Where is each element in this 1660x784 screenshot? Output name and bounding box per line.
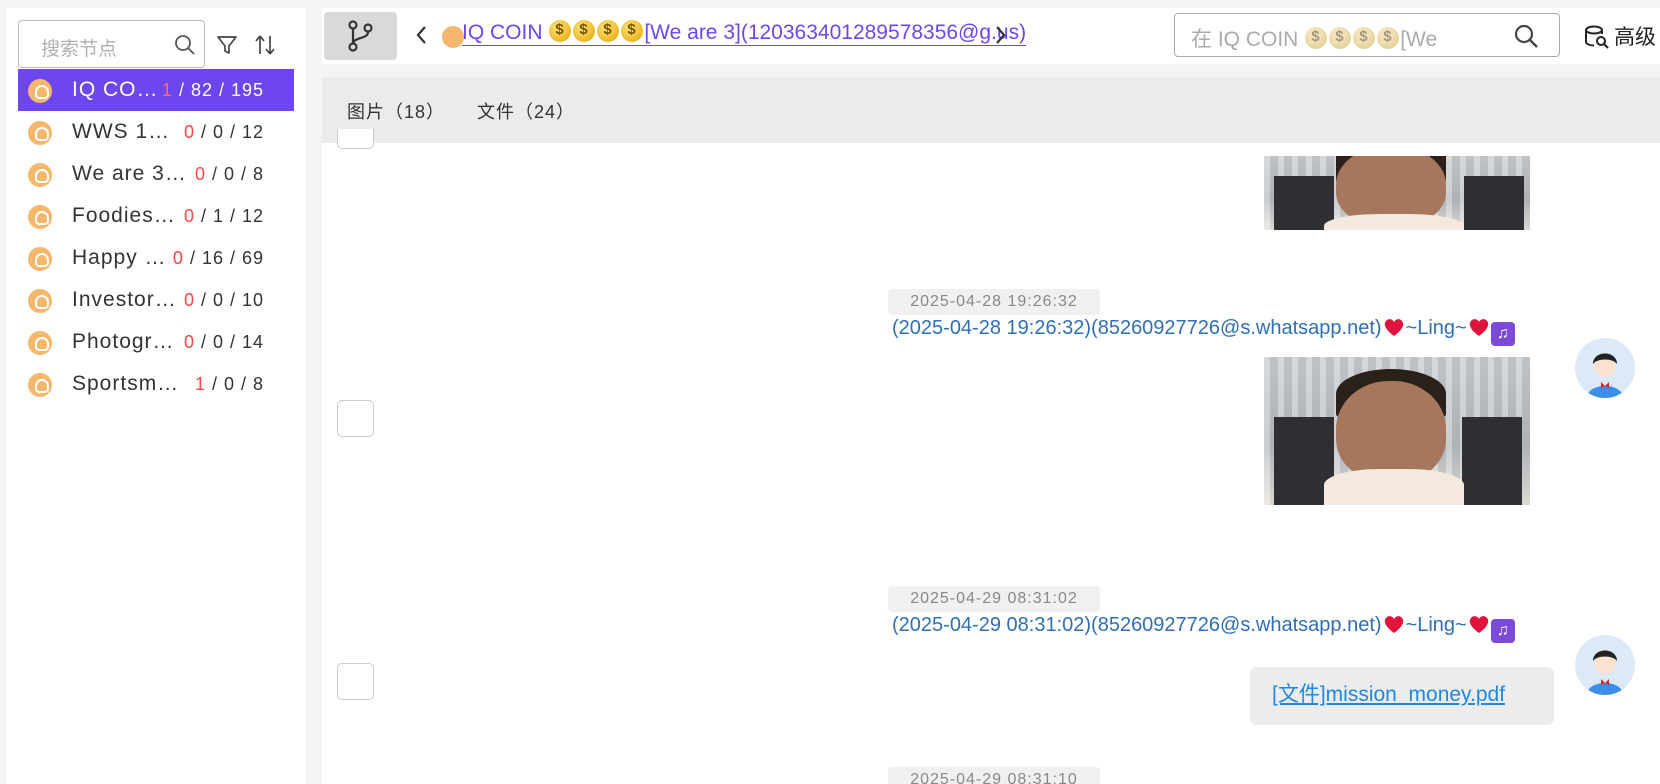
- chevron-left-icon[interactable]: [412, 23, 432, 47]
- group-avatar-icon: [28, 163, 52, 187]
- node-name: We are 3…: [72, 162, 187, 185]
- group-avatar-icon: [28, 289, 52, 313]
- message-sender: (2025-04-28 19:26:32)(85260927726@s.what…: [892, 317, 1515, 346]
- node-counts: 0 / 0 / 14: [183, 332, 264, 352]
- node-item-investor[interactable]: Investor… 0 / 0 / 10: [18, 279, 294, 321]
- file-link[interactable]: [文件]mission_money.pdf: [1272, 678, 1505, 708]
- branch-button[interactable]: [324, 12, 397, 60]
- message-timestamp: 2025-04-28 19:26:32: [888, 289, 1100, 315]
- filter-icon[interactable]: [214, 32, 240, 58]
- user-avatar[interactable]: [1575, 338, 1635, 398]
- message-image[interactable]: [1264, 156, 1530, 230]
- group-avatar-icon: [28, 247, 52, 271]
- group-avatar-icon: [442, 26, 464, 48]
- file-message-bubble: [文件]mission_money.pdf: [1250, 667, 1554, 725]
- message-select-checkbox[interactable]: [337, 400, 374, 437]
- node-name: Investor…: [72, 288, 177, 311]
- branch-icon: [348, 20, 373, 52]
- money-bag-icon: [1377, 27, 1400, 49]
- database-search-icon: [1585, 25, 1609, 49]
- message-sender: (2025-04-29 08:31:02)(85260927726@s.what…: [892, 614, 1515, 643]
- node-counts: 0 / 0 / 8: [194, 164, 264, 184]
- money-bag-icon: [1353, 27, 1376, 49]
- heart-icon: [1469, 319, 1488, 336]
- money-bag-icon: [597, 20, 620, 42]
- node-search-input[interactable]: 搜索节点: [18, 20, 205, 68]
- chat-search-placeholder: 在 IQ COIN [We: [1191, 23, 1437, 53]
- node-counts: 0 / 16 / 69: [172, 248, 264, 268]
- group-avatar-icon: [28, 121, 52, 145]
- money-bag-icon: [1329, 27, 1352, 49]
- advanced-search-button[interactable]: 高级: [1584, 21, 1656, 51]
- node-name: Foodies…: [72, 204, 176, 227]
- node-name: WWS 1…: [72, 120, 171, 143]
- node-counts: 1 / 0 / 8: [194, 374, 264, 394]
- group-avatar-icon: [28, 331, 52, 355]
- heart-icon: [1384, 616, 1403, 633]
- chevron-right-icon[interactable]: [990, 23, 1010, 47]
- message-image[interactable]: [1264, 357, 1530, 505]
- money-bag-icon: [621, 20, 644, 42]
- music-note-icon: ♫: [1490, 619, 1515, 643]
- chat-panel: 图片（18） 文件（24） 2025-04-28 19:26:32 (2025-…: [322, 77, 1660, 784]
- sort-icon[interactable]: [252, 32, 278, 58]
- chat-breadcrumb[interactable]: IQ COIN [We are 3](120363401289578356@g.…: [462, 20, 1027, 46]
- media-tabs: 图片（18） 文件（24）: [322, 77, 1660, 143]
- music-note-icon: ♫: [1490, 322, 1515, 346]
- message-select-checkbox[interactable]: [337, 129, 374, 149]
- node-item-iq-coin[interactable]: IQ CO… 1 / 82 / 195: [18, 69, 294, 111]
- top-bar: IQ COIN [We are 3](120363401289578356@g.…: [322, 8, 1660, 64]
- node-item-happy[interactable]: Happy … 0 / 16 / 69: [18, 237, 294, 279]
- money-bag-icon: [549, 20, 572, 42]
- node-item-foodies[interactable]: Foodies… 0 / 1 / 12: [18, 195, 294, 237]
- money-bag-icon: [1305, 27, 1328, 49]
- message-timestamp: 2025-04-29 08:31:02: [888, 586, 1100, 612]
- tab-images[interactable]: 图片（18）: [347, 98, 445, 124]
- money-bag-icon: [573, 20, 596, 42]
- heart-icon: [1384, 319, 1403, 336]
- node-counts: 1 / 82 / 195: [161, 80, 264, 100]
- group-avatar-icon: [28, 79, 52, 103]
- node-counts: 0 / 1 / 12: [183, 206, 264, 226]
- node-sidebar: 搜索节点 IQ CO… 1 / 82 / 195 WWS 1… 0 / 0 / …: [6, 8, 306, 784]
- node-name: Happy …: [72, 246, 167, 269]
- node-name: IQ CO…: [72, 78, 159, 101]
- group-avatar-icon: [28, 205, 52, 229]
- user-avatar[interactable]: [1575, 635, 1635, 695]
- search-icon[interactable]: [174, 34, 196, 56]
- message-select-checkbox[interactable]: [337, 663, 374, 700]
- node-item-sportsm[interactable]: Sportsm… 1 / 0 / 8: [18, 363, 294, 405]
- node-item-wws[interactable]: WWS 1… 0 / 0 / 12: [18, 111, 294, 153]
- message-timestamp: 2025-04-29 08:31:10: [888, 767, 1100, 784]
- group-avatar-icon: [28, 373, 52, 397]
- node-counts: 0 / 0 / 12: [183, 122, 264, 142]
- node-search-placeholder: 搜索节点: [41, 39, 118, 60]
- node-name: Sportsm…: [72, 372, 180, 395]
- node-list: IQ CO… 1 / 82 / 195 WWS 1… 0 / 0 / 12 We…: [18, 69, 294, 405]
- node-counts: 0 / 0 / 10: [183, 290, 264, 310]
- chat-search-input[interactable]: 在 IQ COIN [We: [1174, 13, 1560, 57]
- node-name: Photogr…: [72, 330, 175, 353]
- heart-icon: [1469, 616, 1488, 633]
- search-icon[interactable]: [1513, 23, 1539, 49]
- node-item-photogr[interactable]: Photogr… 0 / 0 / 14: [18, 321, 294, 363]
- node-item-we-are-3[interactable]: We are 3… 0 / 0 / 8: [18, 153, 294, 195]
- tab-files[interactable]: 文件（24）: [477, 98, 575, 124]
